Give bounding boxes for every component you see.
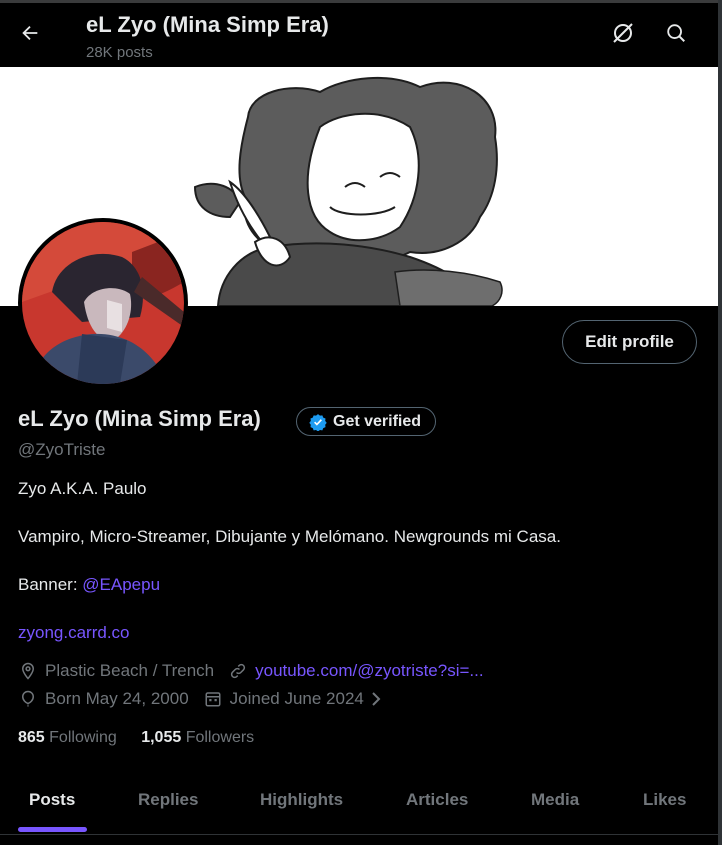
header-title: eL Zyo (Mina Simp Era) — [86, 12, 329, 37]
bio-banner-credit: Banner: @EApepu — [18, 575, 160, 595]
active-tab-indicator — [18, 827, 87, 832]
following-link[interactable]: 865 Following — [18, 729, 117, 746]
tab-articles[interactable]: Articles — [406, 790, 468, 810]
get-verified-button[interactable]: Get verified — [296, 407, 437, 436]
edit-profile-button[interactable]: Edit profile — [562, 320, 697, 364]
profile-handle: @ZyoTriste — [18, 440, 106, 459]
profile-tabs: Posts Replies Highlights Articles Media … — [0, 768, 718, 834]
link-icon — [228, 661, 248, 681]
grok-button[interactable] — [607, 17, 639, 49]
avatar-image — [22, 222, 184, 384]
back-arrow-icon — [22, 25, 38, 41]
tabs-divider — [0, 834, 718, 835]
profile-meta-row-1: Plastic Beach / Trench youtube.com/@zyot… — [18, 661, 484, 681]
profile-avatar[interactable] — [18, 218, 188, 388]
banner-artist-mention[interactable]: @EApepu — [82, 575, 160, 594]
following-count: 865 — [18, 729, 45, 746]
tab-highlights[interactable]: Highlights — [260, 790, 343, 810]
bio-banner-prefix: Banner: — [18, 575, 83, 594]
tab-replies[interactable]: Replies — [138, 790, 198, 810]
search-button[interactable] — [660, 17, 692, 49]
profile-name: eL Zyo (Mina Simp Era) — [18, 406, 261, 431]
following-label: Following — [49, 729, 117, 746]
verified-badge-icon — [309, 413, 327, 431]
scrollbar-track[interactable] — [718, 0, 722, 845]
tab-likes[interactable]: Likes — [643, 790, 686, 810]
followers-label: Followers — [185, 729, 255, 746]
calendar-icon — [203, 689, 223, 709]
profile-stats: 865 Following 1,055 Followers — [18, 729, 254, 747]
bio-site-link[interactable]: zyong.carrd.co — [18, 623, 130, 643]
profile-meta-row-2: Born May 24, 2000 Joined June 2024 — [18, 689, 393, 709]
bio-line-1: Zyo A.K.A. Paulo — [18, 479, 147, 498]
profile-website-link[interactable]: youtube.com/@zyotriste?si=... — [255, 661, 483, 681]
search-icon — [667, 24, 685, 42]
profile-location: Plastic Beach / Trench — [45, 661, 215, 680]
back-button[interactable] — [12, 15, 48, 51]
followers-count: 1,055 — [141, 729, 182, 746]
location-icon — [18, 661, 38, 681]
chevron-right-icon[interactable] — [366, 689, 386, 709]
profile-header: eL Zyo (Mina Simp Era) 28K posts — [0, 3, 718, 67]
profile-birthdate: Born May 24, 2000 — [45, 689, 189, 708]
followers-link[interactable]: 1,055 Followers — [141, 729, 254, 746]
profile-joined-date[interactable]: Joined June 2024 — [230, 689, 364, 709]
bio-line-2: Vampiro, Micro-Streamer, Dibujante y Mel… — [18, 527, 561, 546]
balloon-icon — [18, 689, 38, 709]
grok-icon — [613, 23, 633, 43]
tab-media[interactable]: Media — [531, 790, 579, 810]
header-post-count: 28K posts — [86, 44, 153, 61]
tab-posts[interactable]: Posts — [29, 790, 75, 810]
get-verified-label: Get verified — [333, 412, 422, 430]
